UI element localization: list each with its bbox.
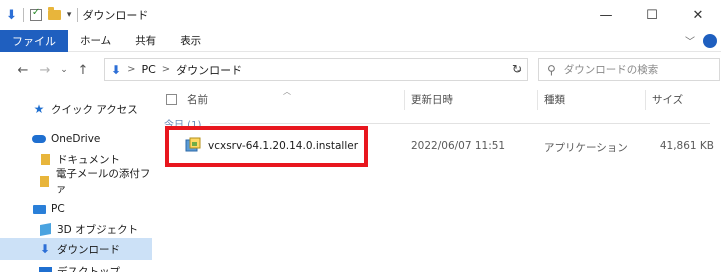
column-header-type[interactable]: 種類	[544, 92, 565, 107]
nav-item-label: PC	[51, 203, 65, 215]
window-controls: — ☐ ✕	[583, 0, 721, 30]
column-header-size[interactable]: サイズ	[652, 92, 683, 107]
nav-item-pc[interactable]: PC	[0, 198, 152, 220]
nav-item-label: クイック アクセス	[51, 103, 138, 116]
toolbar-divider	[77, 8, 79, 22]
toolbar-divider	[22, 8, 24, 22]
file-type: アプリケーション	[544, 142, 628, 154]
column-divider[interactable]	[537, 90, 538, 110]
nav-item-label: ドキュメント	[57, 153, 120, 166]
nav-item-label: ダウンロード	[57, 243, 120, 256]
nav-item-quick-access[interactable]: ★ クイック アクセス	[0, 98, 152, 120]
search-icon: ⚲	[547, 62, 556, 77]
nav-item-label: OneDrive	[51, 133, 101, 145]
nav-item-email-attachments[interactable]: 電子メールの添付ファ	[0, 168, 152, 195]
up-arrow-icon[interactable]: ↑	[72, 63, 94, 78]
download-arrow-icon: ⬇	[39, 242, 51, 256]
forward-arrow-icon[interactable]: →	[34, 63, 56, 78]
navigation-pane: ★ クイック アクセス OneDrive ドキュメント 電子メールの添付ファ P…	[0, 88, 152, 272]
nav-item-3d-objects[interactable]: 3D オブジェクト	[0, 218, 152, 240]
nav-item-label: 電子メールの添付ファ	[55, 168, 151, 195]
search-placeholder: ダウンロードの検索	[563, 64, 659, 76]
window-title: ダウンロード	[82, 9, 149, 22]
properties-check-icon[interactable]	[29, 7, 42, 21]
cloud-icon	[32, 135, 46, 143]
tab-view[interactable]: 表示	[168, 33, 213, 48]
title-bar: ⬇ ▾ ダウンロード — ☐ ✕	[0, 0, 721, 30]
pc-icon	[32, 204, 46, 214]
quick-access-toolbar: ⬇ ▾	[0, 7, 79, 23]
back-arrow-icon[interactable]: ←	[12, 63, 34, 78]
breadcrumb-downloads[interactable]: ダウンロード	[176, 62, 242, 78]
customize-caret-icon[interactable]: ▾	[67, 10, 72, 20]
file-size: 41,861 KB	[659, 140, 714, 152]
tab-share[interactable]: 共有	[123, 33, 168, 48]
folder-icon	[38, 153, 52, 165]
tab-file[interactable]: ファイル	[0, 29, 68, 52]
download-arrow-icon: ⬇	[111, 62, 122, 77]
highlight-annotation	[165, 126, 368, 167]
expand-ribbon-chevron-icon[interactable]: ﹀	[685, 33, 695, 48]
column-divider[interactable]	[645, 90, 646, 110]
sort-caret-icon: ︿	[283, 87, 291, 96]
group-divider	[210, 123, 710, 124]
nav-item-label: デスクトップ	[57, 265, 120, 272]
download-arrow-icon[interactable]: ⬇	[6, 8, 17, 23]
ribbon-right-controls: ﹀	[685, 33, 717, 48]
desktop-icon	[38, 266, 52, 272]
refresh-icon[interactable]: ↻	[506, 62, 528, 76]
select-all-checkbox[interactable]	[166, 94, 177, 105]
nav-item-onedrive[interactable]: OneDrive	[0, 128, 152, 150]
breadcrumb-separator: >	[161, 64, 171, 75]
star-icon: ★	[33, 102, 45, 116]
column-divider[interactable]	[404, 90, 405, 110]
tab-home[interactable]: ホーム	[68, 33, 123, 48]
ribbon-tabs: ファイル ホーム 共有 表示 ﹀	[0, 29, 721, 52]
help-icon[interactable]	[703, 33, 717, 48]
nav-item-downloads[interactable]: ⬇ ダウンロード	[0, 238, 152, 260]
recent-locations-caret-icon[interactable]: ⌄	[56, 65, 72, 75]
column-headers: ︿ 名前 更新日時 種類 サイズ	[152, 87, 721, 114]
nav-item-desktop[interactable]: デスクトップ	[0, 260, 152, 272]
search-input[interactable]: ⚲ ダウンロードの検索	[538, 58, 720, 81]
nav-item-label: 3D オブジェクト	[57, 223, 139, 236]
breadcrumb-separator: >	[127, 64, 136, 75]
address-bar[interactable]: ⬇ > PC > ダウンロード ⌄	[104, 58, 528, 81]
minimize-button[interactable]: —	[583, 0, 629, 30]
column-header-name[interactable]: 名前	[187, 92, 208, 107]
column-header-modified[interactable]: 更新日時	[411, 92, 453, 107]
close-button[interactable]: ✕	[675, 0, 721, 30]
folder-icon	[38, 175, 51, 187]
file-modified: 2022/06/07 11:51	[411, 140, 506, 152]
cube-icon	[38, 222, 52, 236]
maximize-button[interactable]: ☐	[629, 0, 675, 30]
new-folder-icon[interactable]	[47, 7, 61, 20]
breadcrumb-pc[interactable]: PC	[141, 63, 155, 76]
